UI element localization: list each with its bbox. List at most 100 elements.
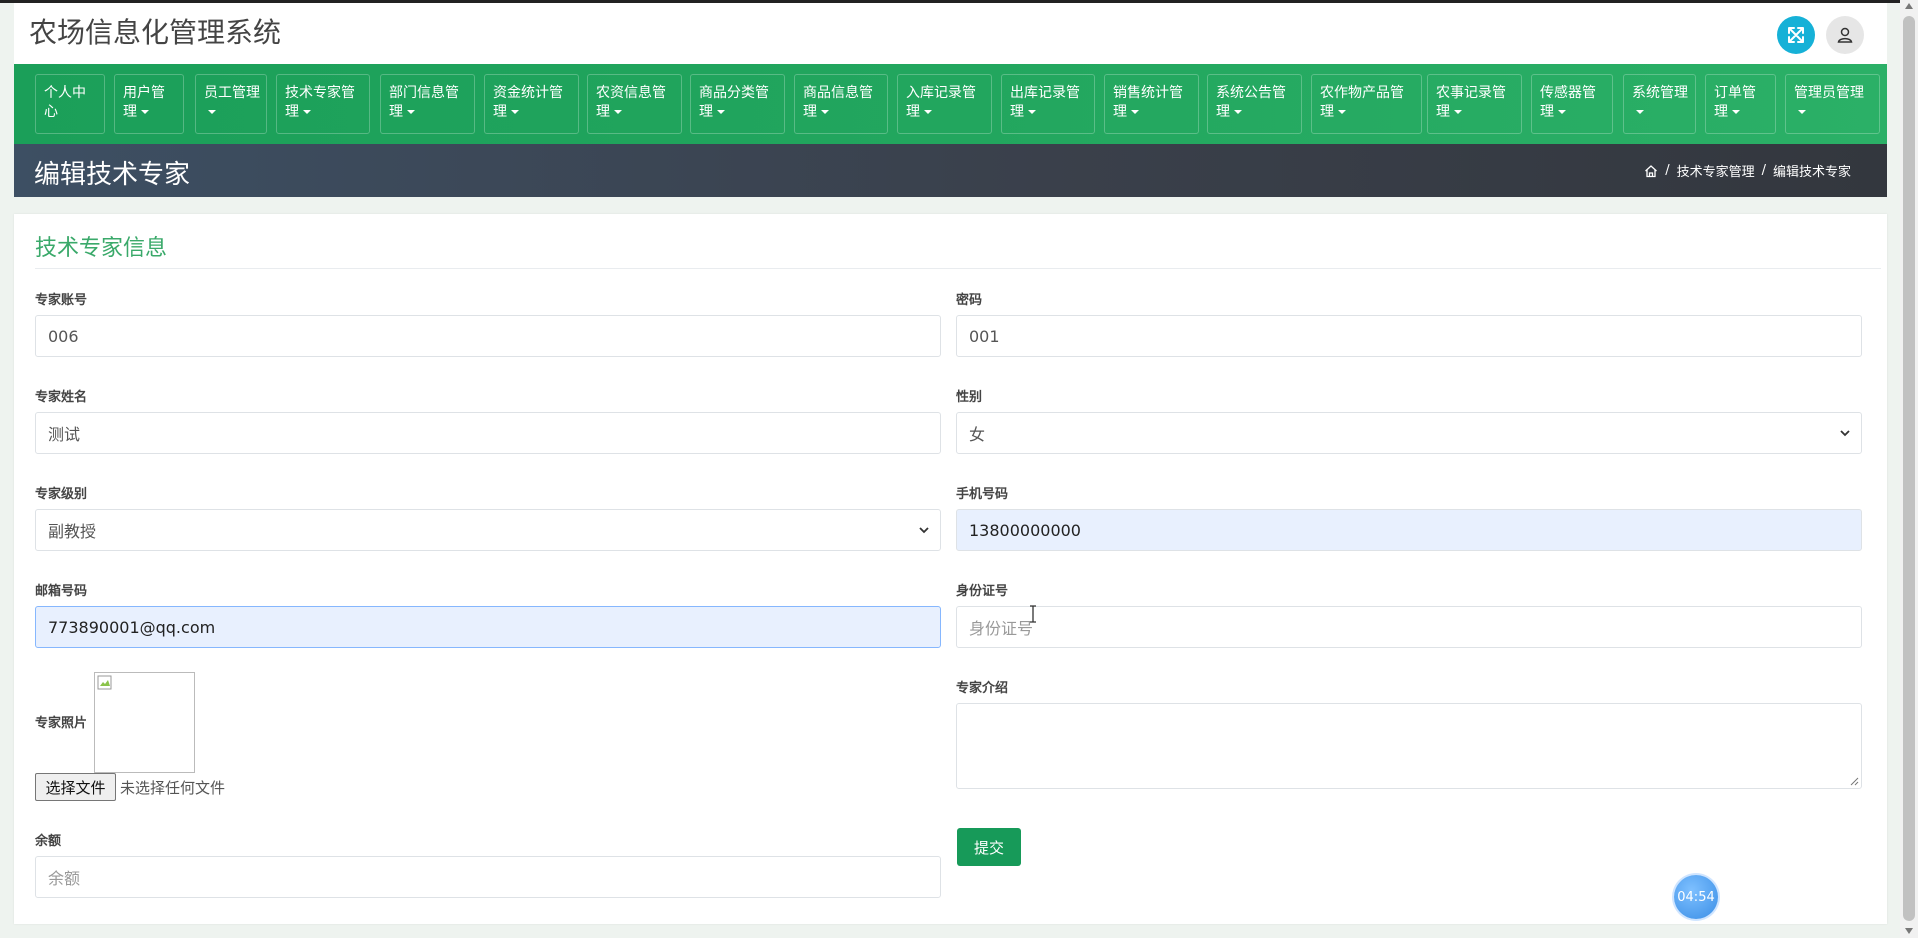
nav-item-label: 用户管理 [123, 85, 165, 120]
nav-item-expert-management[interactable]: 技术专家管理 [276, 74, 370, 134]
nav-item-label: 系统公告管理 [1216, 85, 1286, 120]
nav-item-label: 管理员管理 [1794, 85, 1864, 101]
nav-item-label: 出库记录管理 [1010, 85, 1080, 120]
name-input[interactable]: 测试 [35, 412, 941, 454]
chevron-down-icon [1454, 110, 1462, 114]
nav-item-sales-statistics[interactable]: 销售统计管理 [1104, 74, 1199, 134]
chevron-down-icon [821, 110, 829, 114]
nav-item-label: 员工管理 [204, 85, 260, 101]
phone-label: 手机号码 [956, 487, 1009, 502]
chevron-down-icon [1798, 110, 1806, 114]
nav-item-product-info[interactable]: 商品信息管理 [794, 74, 888, 134]
level-selected: 副教授 [48, 522, 97, 541]
fullscreen-button[interactable] [1777, 16, 1815, 54]
name-label: 专家姓名 [35, 390, 88, 405]
id-card-placeholder: 身份证号 [969, 619, 1034, 638]
scroll-down-arrow-icon[interactable] [1905, 928, 1913, 934]
nav-item-label: 技术专家管理 [285, 85, 355, 120]
breadcrumb: / 技术专家管理 / 编辑技术专家 [1644, 161, 1851, 180]
breadcrumb-current: 编辑技术专家 [1772, 165, 1851, 180]
chevron-down-icon [511, 110, 519, 114]
nav-item-label: 系统管理 [1632, 85, 1688, 101]
password-label: 密码 [956, 293, 983, 308]
chevron-down-icon [1234, 110, 1242, 114]
account-value: 006 [48, 326, 79, 346]
account-label: 专家账号 [35, 293, 88, 308]
nav-item-label: 传感器管理 [1540, 85, 1596, 120]
nav-item-announcements[interactable]: 系统公告管理 [1207, 74, 1302, 134]
choose-file-button[interactable]: 选择文件 [35, 773, 116, 801]
password-input[interactable]: 001 [956, 315, 1862, 357]
nav-item-label: 入库记录管理 [906, 85, 976, 120]
nav-item-label: 销售统计管理 [1113, 85, 1183, 120]
home-icon[interactable] [1644, 164, 1658, 178]
nav-item-fund-statistics[interactable]: 资金统计管理 [484, 74, 579, 134]
text-cursor-icon [1030, 605, 1036, 623]
level-select[interactable]: 副教授 [35, 509, 941, 551]
nav-item-employee-management[interactable]: 员工管理 [195, 74, 267, 134]
page-title: 编辑技术专家 [34, 160, 191, 190]
chevron-down-icon [1028, 110, 1036, 114]
section-divider [35, 268, 1881, 269]
chevron-down-icon [208, 110, 216, 114]
nav-item-farming-records[interactable]: 农事记录管理 [1427, 74, 1522, 134]
nav-item-department-management[interactable]: 部门信息管理 [380, 74, 475, 134]
nav-item-user-management[interactable]: 用户管理 [114, 74, 184, 134]
gender-select[interactable]: 女 [956, 412, 1862, 454]
expand-arrows-icon [1788, 27, 1804, 43]
submit-button[interactable]: 提交 [957, 828, 1021, 866]
intro-textarea[interactable] [956, 703, 1862, 789]
main-nav: 个人中心 用户管理 员工管理 技术专家管理 部门信息管理 资金统计管理 农资信息… [14, 64, 1887, 144]
nav-item-label: 商品信息管理 [803, 85, 873, 120]
page-title-bar: 编辑技术专家 / 技术专家管理 / 编辑技术专家 [14, 144, 1887, 197]
expert-form-card: 技术专家信息 专家账号 006 密码 001 专家姓名 测试 性别 女 专家级别… [14, 214, 1887, 924]
nav-item-label: 商品分类管理 [699, 85, 769, 120]
chevron-down-icon [303, 110, 311, 114]
phone-input[interactable]: 13800000000 [956, 509, 1862, 551]
id-card-input[interactable]: 身份证号 [956, 606, 1862, 648]
broken-image-icon [97, 675, 112, 690]
chevron-down-icon [141, 110, 149, 114]
nav-item-stock-in[interactable]: 入库记录管理 [897, 74, 992, 134]
nav-item-farm-supplies[interactable]: 农资信息管理 [587, 74, 682, 134]
nav-item-crop-products[interactable]: 农作物产品管理 [1311, 74, 1422, 134]
scrollbar-thumb[interactable] [1903, 16, 1915, 921]
name-value: 测试 [48, 425, 81, 444]
balance-input[interactable]: 余额 [35, 856, 941, 898]
nav-item-product-category[interactable]: 商品分类管理 [690, 74, 785, 134]
chevron-down-icon [919, 527, 929, 534]
nav-item-admin-management[interactable]: 管理员管理 [1785, 74, 1880, 134]
email-label: 邮箱号码 [35, 584, 88, 599]
phone-value: 13800000000 [969, 520, 1081, 540]
gender-selected: 女 [969, 425, 986, 444]
email-input[interactable]: 773890001@qq.com [35, 606, 941, 648]
nav-item-label: 农作物产品管理 [1320, 85, 1404, 120]
photo-preview [94, 672, 195, 773]
user-menu-button[interactable] [1826, 16, 1864, 54]
chevron-down-icon [717, 110, 725, 114]
balance-label: 余额 [35, 834, 62, 849]
nav-item-sensors[interactable]: 传感器管理 [1531, 74, 1613, 134]
nav-item-label: 部门信息管理 [389, 85, 459, 120]
scroll-up-arrow-icon[interactable] [1905, 3, 1913, 9]
password-value: 001 [969, 326, 1000, 346]
nav-item-stock-out[interactable]: 出库记录管理 [1001, 74, 1095, 134]
section-title: 技术专家信息 [35, 236, 168, 261]
nav-item-label: 资金统计管理 [493, 85, 563, 120]
chevron-down-icon [1840, 430, 1850, 437]
chevron-down-icon [1732, 110, 1740, 114]
nav-item-personal-center[interactable]: 个人中心 [35, 74, 105, 134]
app-header: 农场信息化管理系统 [14, 3, 1887, 64]
nav-item-system-management[interactable]: 系统管理 [1623, 74, 1696, 134]
breadcrumb-separator: / [1665, 163, 1670, 178]
chevron-down-icon [924, 110, 932, 114]
nav-item-orders[interactable]: 订单管理 [1705, 74, 1776, 134]
resize-grip-icon[interactable] [1850, 777, 1859, 786]
breadcrumb-link-expert-management[interactable]: 技术专家管理 [1677, 161, 1755, 180]
photo-label: 专家照片 [35, 716, 88, 731]
gender-label: 性别 [956, 390, 983, 405]
breadcrumb-separator: / [1761, 163, 1766, 178]
account-input[interactable]: 006 [35, 315, 941, 357]
chevron-down-icon [1131, 110, 1139, 114]
app-title: 农场信息化管理系统 [29, 16, 282, 49]
